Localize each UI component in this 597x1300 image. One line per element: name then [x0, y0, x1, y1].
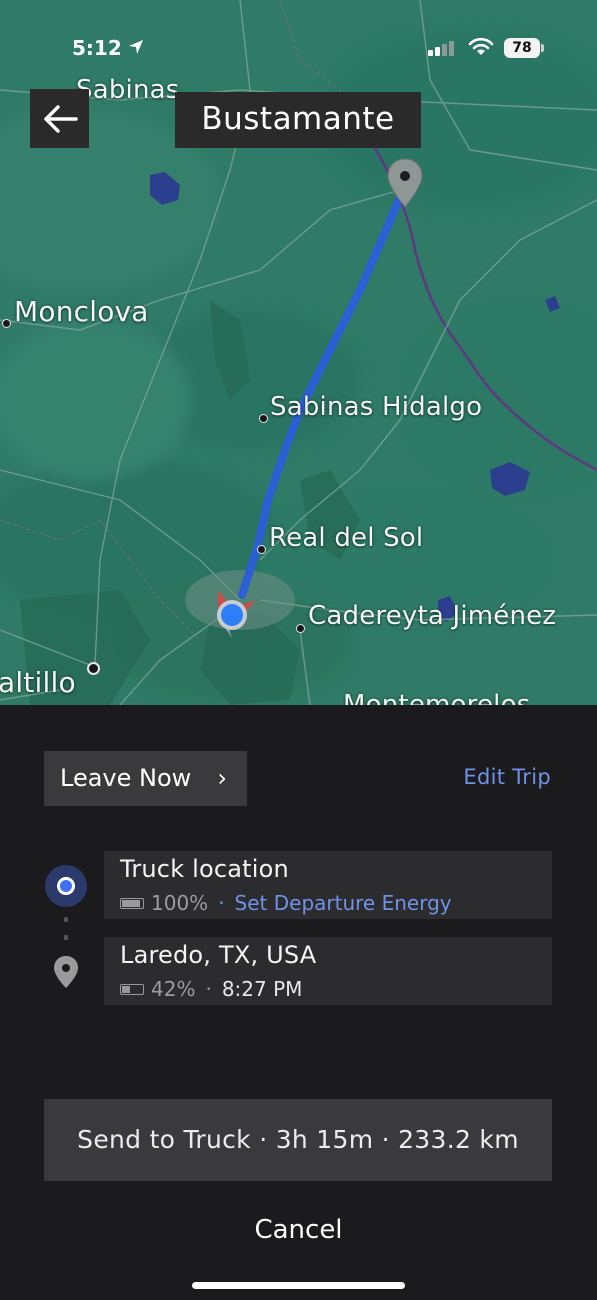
- city-label-cadereyta: Cadereyta Jiménez: [308, 601, 557, 631]
- origin-row[interactable]: Truck location 100% · Set Departure Ener…: [104, 851, 552, 919]
- origin-name: Truck location: [120, 855, 289, 883]
- city-label-sabinas: Sabinas: [76, 75, 180, 105]
- home-indicator[interactable]: [192, 1282, 405, 1289]
- status-time: 5:12: [72, 36, 122, 60]
- city-dot-cadereyta: [296, 624, 305, 633]
- destination-battery: 42%: [151, 977, 196, 1001]
- leave-now-label: Leave Now: [60, 764, 192, 792]
- destination-title[interactable]: Bustamante: [175, 92, 421, 148]
- destination-row[interactable]: Laredo, TX, USA 42% · 8:27 PM: [104, 937, 552, 1005]
- wifi-icon: [468, 37, 494, 55]
- location-arrow-icon: [129, 40, 143, 54]
- pin-icon: [54, 956, 78, 988]
- current-location-icon: [217, 590, 256, 638]
- route-connector-dot: [64, 917, 68, 922]
- trip-panel: Leave Now › Edit Trip Truck location 100…: [0, 705, 597, 1300]
- back-button[interactable]: [30, 89, 89, 148]
- city-dot-monclova: [2, 319, 11, 328]
- arrival-time: 8:27 PM: [221, 977, 303, 1001]
- map-view[interactable]: Sabinas Monclova Sabinas Hidalgo Real de…: [0, 0, 597, 705]
- cancel-button[interactable]: Cancel: [0, 1215, 597, 1245]
- destination-details: 42% · 8:27 PM: [120, 977, 302, 1001]
- edit-trip-link[interactable]: Edit Trip: [463, 765, 551, 789]
- city-dot-saltillo: [87, 662, 100, 675]
- battery-level-icon: [120, 983, 144, 995]
- city-dot-sabinas-hidalgo: [259, 414, 268, 423]
- leave-now-button[interactable]: Leave Now ›: [44, 751, 247, 806]
- send-to-truck-button[interactable]: Send to Truck · 3h 15m · 233.2 km: [44, 1099, 552, 1181]
- city-label-monclova: Monclova: [14, 295, 149, 328]
- set-departure-energy-link[interactable]: Set Departure Energy: [235, 891, 452, 915]
- chevron-right-icon: ›: [217, 764, 227, 792]
- destination-name: Laredo, TX, USA: [120, 941, 317, 969]
- route-connector-dot: [64, 935, 68, 940]
- back-arrow-icon: [43, 104, 78, 133]
- origin-details: 100% · Set Departure Energy: [120, 891, 452, 915]
- city-dot-real-del-sol: [257, 545, 266, 554]
- battery-nub: [541, 44, 544, 52]
- cell-signal-icon: [428, 41, 454, 56]
- city-label-real-del-sol: Real del Sol: [269, 523, 424, 553]
- origin-battery: 100%: [151, 891, 209, 915]
- destination-pin-icon[interactable]: [386, 157, 424, 209]
- city-label-montemorelos: Montemorelos: [343, 690, 531, 705]
- battery-level-icon: [120, 897, 144, 909]
- city-label-sabinas-hidalgo: Sabinas Hidalgo: [270, 392, 483, 422]
- origin-marker-icon: [45, 865, 87, 907]
- battery-icon: 78: [504, 38, 540, 58]
- city-label-saltillo: altillo: [0, 666, 76, 699]
